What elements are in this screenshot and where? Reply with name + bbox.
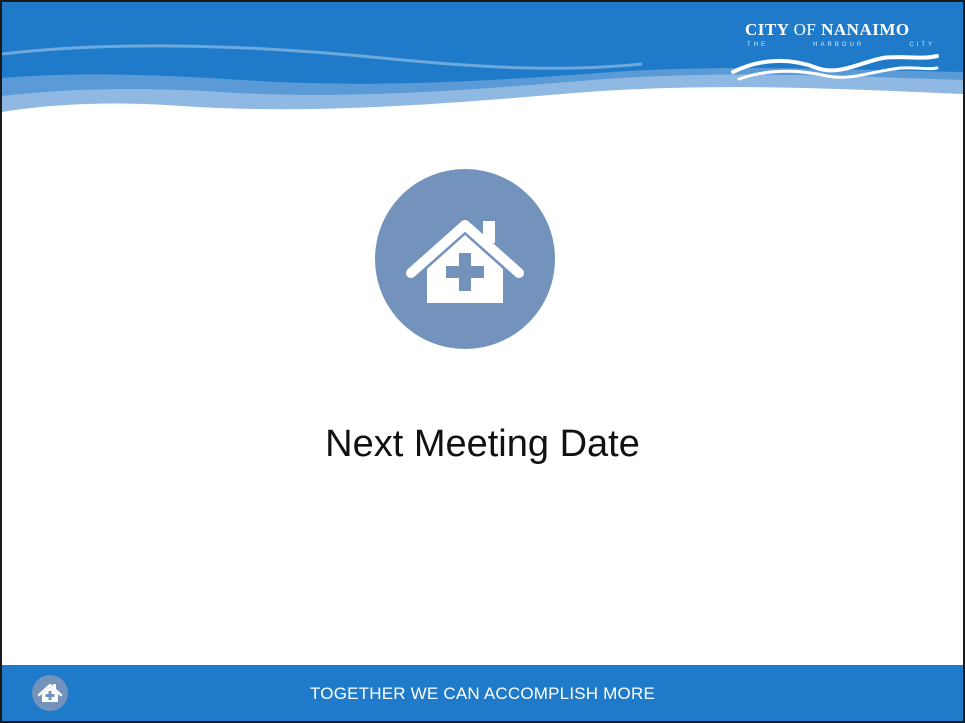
- logo-waves-icon: [731, 54, 939, 81]
- footer-bar: TOGETHER WE CAN ACCOMPLISH MORE: [2, 665, 963, 721]
- footer-tagline: TOGETHER WE CAN ACCOMPLISH MORE: [310, 684, 655, 703]
- city-of-nanaimo-logo: CITY OF NANAIMO THE HARBOUR CITY: [731, 18, 941, 81]
- slide-title: Next Meeting Date: [325, 423, 640, 465]
- home-health-icon: [375, 169, 555, 349]
- slide: CITY OF NANAIMO THE HARBOUR CITY Next Me…: [0, 0, 965, 723]
- logo-title: CITY OF NANAIMO: [745, 20, 910, 39]
